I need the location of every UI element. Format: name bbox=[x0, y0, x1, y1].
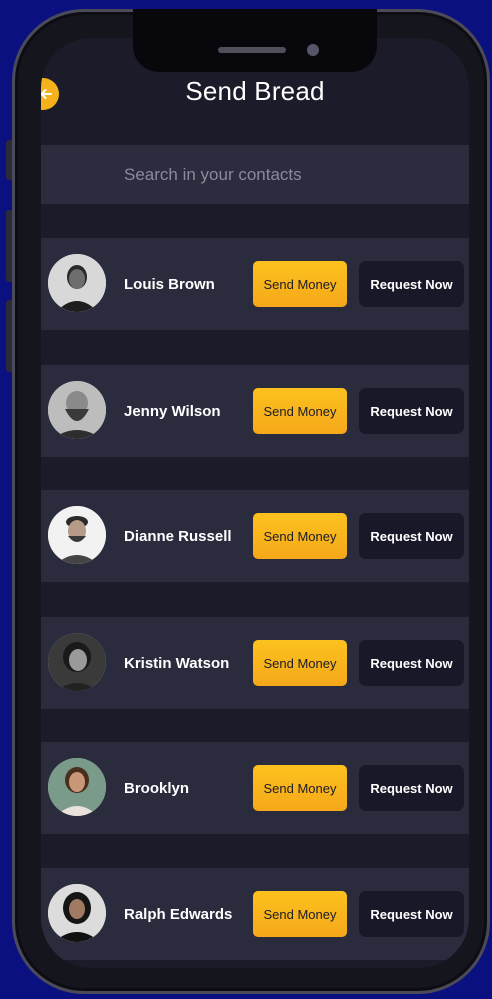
contact-name: Brooklyn bbox=[124, 779, 190, 797]
request-now-button[interactable]: Request Now bbox=[359, 513, 464, 559]
send-money-button[interactable]: Send Money bbox=[253, 891, 347, 937]
request-now-button[interactable]: Request Now bbox=[359, 765, 464, 811]
send-money-button[interactable]: Send Money bbox=[253, 513, 347, 559]
contact-name: Jenny Wilson bbox=[124, 402, 221, 420]
contact-row: Jenny Wilson Send Money Request Now bbox=[41, 365, 469, 457]
request-now-button[interactable]: Request Now bbox=[359, 891, 464, 937]
request-now-button[interactable]: Request Now bbox=[359, 261, 464, 307]
avatar bbox=[48, 254, 106, 312]
contact-row: Ralph Edwards Send Money Request Now bbox=[41, 868, 469, 960]
phone-notch bbox=[133, 9, 377, 72]
send-money-button[interactable]: Send Money bbox=[253, 765, 347, 811]
device-stage: Send Bread Louis Brown Send Money Reques… bbox=[0, 0, 492, 999]
contact-name: Kristin Watson bbox=[124, 654, 230, 672]
contact-name: Dianne Russell bbox=[124, 527, 232, 545]
avatar bbox=[48, 506, 106, 564]
search-input[interactable] bbox=[124, 164, 424, 185]
contact-row: Louis Brown Send Money Request Now bbox=[41, 238, 469, 330]
camera-icon bbox=[307, 44, 319, 56]
request-now-button[interactable]: Request Now bbox=[359, 388, 464, 434]
avatar bbox=[48, 633, 106, 691]
contact-row: Brooklyn Send Money Request Now bbox=[41, 742, 469, 834]
contact-row: Kristin Watson Send Money Request Now bbox=[41, 617, 469, 709]
contact-name: Ralph Edwards bbox=[124, 905, 233, 923]
avatar bbox=[48, 758, 106, 816]
send-money-button[interactable]: Send Money bbox=[253, 388, 347, 434]
page-title: Send Bread bbox=[185, 76, 325, 106]
avatar bbox=[48, 884, 106, 942]
contact-row: Dianne Russell Send Money Request Now bbox=[41, 490, 469, 582]
send-money-button[interactable]: Send Money bbox=[253, 640, 347, 686]
contact-name: Louis Brown bbox=[124, 275, 215, 293]
app-screen: Send Bread Louis Brown Send Money Reques… bbox=[41, 38, 469, 968]
request-now-button[interactable]: Request Now bbox=[359, 640, 464, 686]
send-money-button[interactable]: Send Money bbox=[253, 261, 347, 307]
speaker-grille bbox=[218, 47, 286, 53]
search-bar[interactable] bbox=[41, 145, 469, 204]
avatar bbox=[48, 381, 106, 439]
